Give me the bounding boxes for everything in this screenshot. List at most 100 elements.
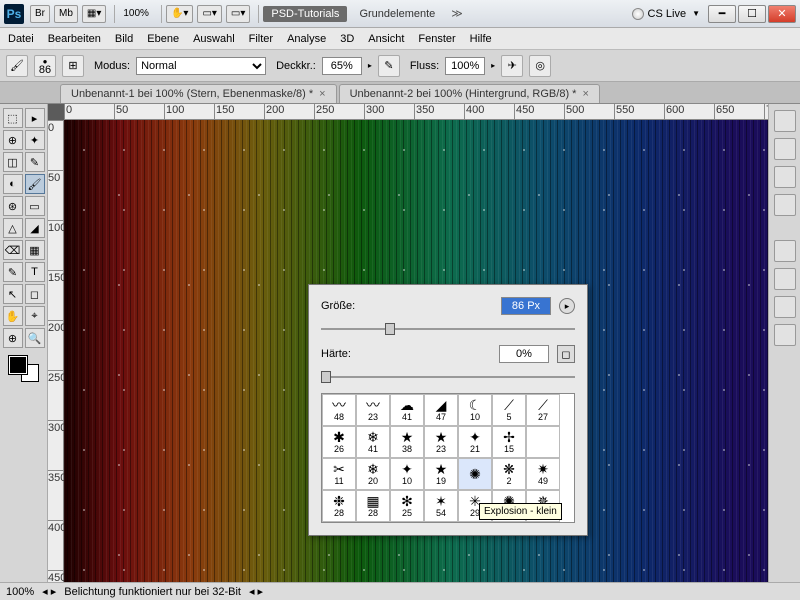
- minibridge-button[interactable]: Mb: [54, 5, 78, 23]
- brush-preset[interactable]: ✦21: [458, 426, 492, 458]
- tool-button[interactable]: ⊕: [3, 130, 23, 150]
- history-panel-icon[interactable]: [774, 324, 796, 346]
- brush-preset[interactable]: ❄20: [356, 458, 390, 490]
- brush-preset[interactable]: ✢15: [492, 426, 526, 458]
- brush-preset[interactable]: ✷49: [526, 458, 560, 490]
- tool-button[interactable]: ✦: [25, 130, 45, 150]
- brush-preset[interactable]: ❋2: [492, 458, 526, 490]
- brush-preset[interactable]: ✺: [458, 458, 492, 490]
- opacity-input[interactable]: [322, 57, 362, 75]
- minimize-button[interactable]: ━: [708, 5, 736, 23]
- channels-panel-icon[interactable]: [774, 268, 796, 290]
- tool-button[interactable]: ▦: [25, 240, 45, 260]
- swatches-panel-icon[interactable]: [774, 138, 796, 160]
- tool-button[interactable]: ✋: [3, 306, 23, 326]
- styles-panel-icon[interactable]: [774, 166, 796, 188]
- tool-button[interactable]: ◫: [3, 152, 23, 172]
- menu-auswahl[interactable]: Auswahl: [193, 33, 235, 45]
- bridge-button[interactable]: Br: [30, 5, 50, 23]
- tool-button[interactable]: ✎: [3, 262, 23, 282]
- flow-input[interactable]: [445, 57, 485, 75]
- brush-preset[interactable]: ★38: [390, 426, 424, 458]
- menu-hilfe[interactable]: Hilfe: [470, 33, 492, 45]
- brush-preset[interactable]: [526, 426, 560, 458]
- brush-preset[interactable]: ✂11: [322, 458, 356, 490]
- airbrush-icon[interactable]: ✈: [501, 55, 523, 77]
- menu-datei[interactable]: Datei: [8, 33, 34, 45]
- brush-preset[interactable]: ∴: [356, 522, 390, 523]
- brush-preset[interactable]: ♥: [390, 522, 424, 523]
- tool-button[interactable]: ◻: [25, 284, 45, 304]
- brush-preset[interactable]: ✢: [458, 522, 492, 523]
- menu-ansicht[interactable]: Ansicht: [368, 33, 404, 45]
- brush-preset[interactable]: ✼: [492, 522, 526, 523]
- brush-preset[interactable]: ❉28: [322, 490, 356, 522]
- tool-button[interactable]: ⌖: [25, 306, 45, 326]
- tool-button[interactable]: ▸: [25, 108, 45, 128]
- new-preset-icon[interactable]: ◻: [557, 345, 575, 363]
- color-panel-icon[interactable]: [774, 110, 796, 132]
- brush-preview[interactable]: ●86: [34, 55, 56, 77]
- brush-preset[interactable]: ✦10: [390, 458, 424, 490]
- zoom-level[interactable]: 100%: [119, 5, 153, 23]
- tool-button[interactable]: ↖: [3, 284, 23, 304]
- hardness-slider[interactable]: [321, 371, 575, 383]
- menu-fenster[interactable]: Fenster: [418, 33, 455, 45]
- menu-bearbeiten[interactable]: Bearbeiten: [48, 33, 101, 45]
- tool-button[interactable]: 🖌: [25, 174, 45, 194]
- menu-bild[interactable]: Bild: [115, 33, 133, 45]
- brush-preset[interactable]: ☁41: [390, 394, 424, 426]
- brush-size-input[interactable]: [501, 297, 551, 315]
- close-icon[interactable]: ×: [582, 88, 588, 100]
- tool-button[interactable]: ◢: [25, 218, 45, 238]
- color-swatch[interactable]: [9, 356, 39, 382]
- brush-preset[interactable]: ❄41: [356, 426, 390, 458]
- tool-button[interactable]: ▭: [25, 196, 45, 216]
- workspace-tab[interactable]: Grundelemente: [351, 6, 443, 22]
- layout-button[interactable]: ▦▾: [82, 5, 106, 23]
- brush-preset[interactable]: ☾10: [458, 394, 492, 426]
- pressure-size-icon[interactable]: ◎: [529, 55, 551, 77]
- brush-preset[interactable]: ▦28: [356, 490, 390, 522]
- brush-preset[interactable]: ⟋5: [492, 394, 526, 426]
- close-button[interactable]: ✕: [768, 5, 796, 23]
- brush-hardness-input[interactable]: [499, 345, 549, 363]
- menu-3d[interactable]: 3D: [340, 33, 354, 45]
- brush-preset[interactable]: [526, 522, 560, 523]
- brush-preset[interactable]: 〰23: [356, 394, 390, 426]
- maximize-button[interactable]: ☐: [738, 5, 766, 23]
- menu-filter[interactable]: Filter: [249, 33, 273, 45]
- tool-button[interactable]: ◐: [3, 174, 23, 194]
- size-slider[interactable]: [321, 323, 575, 335]
- brush-preset[interactable]: ✱26: [322, 426, 356, 458]
- tool-button[interactable]: ⬚: [3, 108, 23, 128]
- adjustments-panel-icon[interactable]: [774, 194, 796, 216]
- brush-preset[interactable]: ★23: [424, 426, 458, 458]
- chevron-right-icon[interactable]: ≫: [451, 7, 463, 20]
- hand-tool-button[interactable]: ✋▾: [166, 5, 193, 23]
- workspace-tab-active[interactable]: PSD-Tutorials: [263, 6, 347, 22]
- brush-preset[interactable]: ✶54: [424, 490, 458, 522]
- brush-preset[interactable]: ✻25: [390, 490, 424, 522]
- paths-panel-icon[interactable]: [774, 296, 796, 318]
- tool-button[interactable]: ✎: [25, 152, 45, 172]
- brush-preset[interactable]: ⟋27: [526, 394, 560, 426]
- tool-button[interactable]: T: [25, 262, 45, 282]
- flyout-menu-icon[interactable]: ▸: [559, 298, 575, 314]
- menu-analyse[interactable]: Analyse: [287, 33, 326, 45]
- zoom-status[interactable]: 100%: [6, 586, 34, 598]
- tool-button[interactable]: 🔍: [25, 328, 45, 348]
- brush-preset[interactable]: ★19: [424, 458, 458, 490]
- blend-mode-select[interactable]: Normal: [136, 57, 266, 75]
- document-tab[interactable]: Unbenannt-1 bei 100% (Stern, Ebenenmaske…: [60, 84, 337, 103]
- brush-preset[interactable]: ◢47: [424, 394, 458, 426]
- tool-button[interactable]: ⊕: [3, 328, 23, 348]
- layers-panel-icon[interactable]: [774, 240, 796, 262]
- tool-button[interactable]: ⊛: [3, 196, 23, 216]
- brush-panel-toggle[interactable]: ⊞: [62, 55, 84, 77]
- screenmode-button[interactable]: ▭▾: [226, 5, 250, 23]
- document-tab[interactable]: Unbenannt-2 bei 100% (Hintergrund, RGB/8…: [339, 84, 600, 103]
- arrange-button[interactable]: ▭▾: [197, 5, 221, 23]
- brush-preset[interactable]: [424, 522, 458, 523]
- brush-preset[interactable]: 〰48: [322, 394, 356, 426]
